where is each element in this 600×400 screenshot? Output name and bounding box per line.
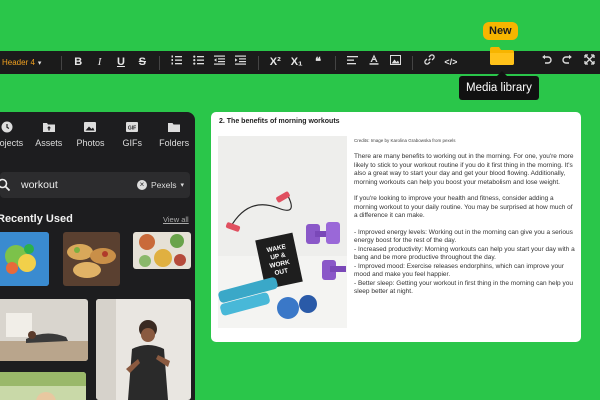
toolbar-divider [334,55,336,70]
bold-button[interactable]: B [67,51,88,74]
tab-photos[interactable]: Photos [70,112,112,156]
document-body[interactable]: There are many benefits to working out i… [354,153,576,297]
fullscreen-icon[interactable] [578,51,599,74]
view-all-link[interactable]: View all [163,215,189,224]
bullet-list-icon[interactable] [187,51,208,74]
new-badge: New [483,22,518,40]
numbered-list-icon[interactable] [166,51,187,74]
toolbar-divider [411,55,413,70]
svg-text:GIF: GIF [128,125,136,131]
projects-icon [1,121,13,132]
link-icon[interactable] [419,51,440,74]
align-left-icon[interactable] [342,51,363,74]
indent-icon[interactable] [230,51,251,74]
tab-projects[interactable]: Projects [0,112,28,156]
subscript-button[interactable]: X₁ [286,51,307,74]
quote-button[interactable]: ❝ [307,51,328,74]
superscript-button[interactable]: X² [265,51,286,74]
tab-folders[interactable]: Folders [153,112,195,156]
bullet-item: - Improved mood: Exercise releases endor… [354,262,564,279]
chevron-down-icon: ▾ [37,59,42,67]
toolbar-divider [60,55,62,70]
recently-used-heading: Recently Used [0,213,73,225]
heading-select-label: Header 4 [2,58,35,67]
media-library-tooltip: Media library [459,71,539,100]
paragraph: There are many benefits to working out i… [354,153,574,186]
text-color-icon[interactable] [363,51,384,74]
paragraph: If you're looking to improve your health… [354,195,573,219]
toolbar-divider [159,55,161,70]
bullet-item: - Improved energy levels: Working out in… [354,228,573,245]
media-thumbnail[interactable] [96,299,191,400]
strikethrough-button[interactable]: S [132,51,153,74]
chevron-down-icon[interactable]: ▾ [180,181,184,189]
media-tabs: Projects Assets Photos GIF GIFs Folders [0,112,195,156]
media-thumbnail[interactable] [0,372,86,400]
media-thumbnail[interactable] [133,232,191,269]
tab-label: Folders [159,137,190,148]
tab-label: Assets [35,137,63,148]
media-panel: Projects Assets Photos GIF GIFs Folders … [0,112,195,400]
search-bar[interactable]: workout × Pexels ▾ [0,172,190,198]
tab-assets[interactable]: Assets [28,112,70,156]
clear-search-icon[interactable]: × [136,180,147,190]
gif-icon: GIF [126,121,139,132]
outdent-icon[interactable] [209,51,230,74]
toolbar-divider [257,55,259,70]
tab-label: GIFs [122,137,143,148]
media-thumbnail[interactable] [0,232,49,286]
underline-button[interactable]: U [110,51,131,74]
folder-icon [168,122,181,132]
bullet-item: - Increased productivity: Morning workou… [354,245,575,262]
tab-label: Photos [76,137,105,148]
redo-icon[interactable] [557,51,578,74]
workout-photo[interactable]: WAKEUP &WORKOUT [218,136,347,328]
image-icon[interactable] [384,51,405,74]
undo-icon[interactable] [536,51,557,74]
tab-label: Projects [0,137,24,148]
tab-gifs[interactable]: GIF GIFs [111,112,153,156]
media-thumbnail[interactable] [63,232,120,286]
search-input[interactable]: workout [21,179,137,191]
image-credit: Credits: Image by Karolina Grabowska fro… [354,138,456,143]
upload-icon [42,122,55,132]
image-icon [84,121,97,132]
media-thumbnail[interactable] [0,299,88,361]
code-button[interactable]: </> [440,51,461,74]
section-heading[interactable]: 2. The benefits of morning workouts [219,118,340,125]
italic-button[interactable]: I [89,51,110,74]
document-page: 2. The benefits of morning workouts WAKE… [211,112,581,342]
heading-select[interactable]: Header 4 ▾ [2,58,55,67]
media-library-folder-icon[interactable] [490,47,514,65]
search-icon [0,178,11,192]
bullet-item: - Better sleep: Getting your workout in … [354,279,573,296]
source-select[interactable]: Pexels [151,180,177,190]
